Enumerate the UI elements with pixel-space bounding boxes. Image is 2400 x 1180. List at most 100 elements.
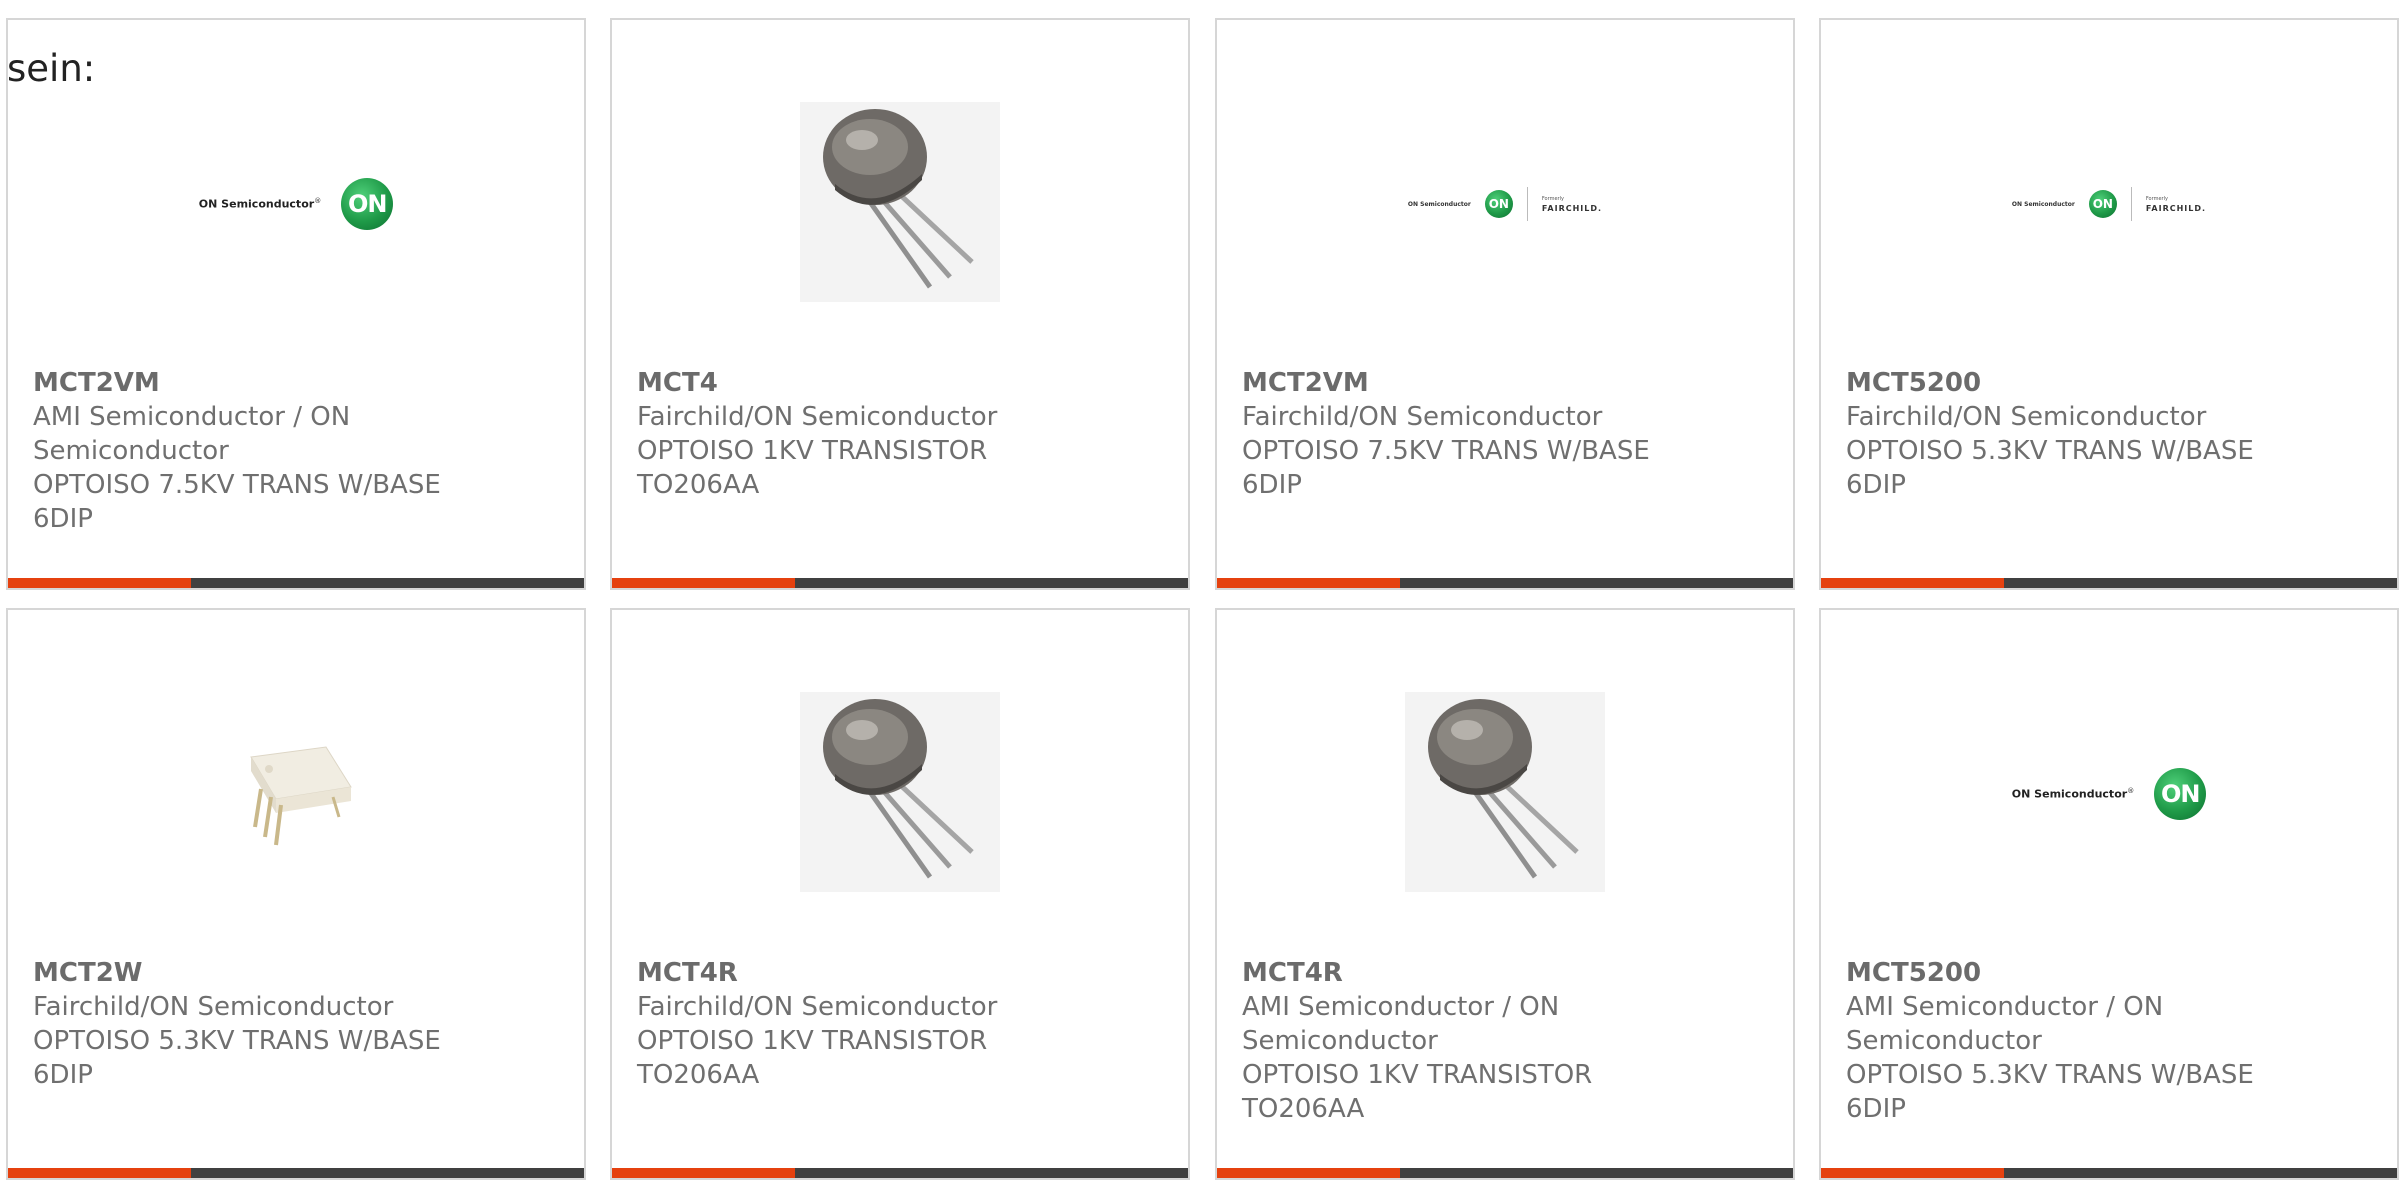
on-fairchild-logo: ON Semiconductor ON Formerly FAIRCHILD. [2012,187,2206,221]
product-card[interactable]: ON Semiconductor® ON MCT5200 AMI Semicond… [1819,608,2399,1180]
manufacturer-text: Fairchild/ON Semiconductor [1242,402,1603,432]
product-info: MCT2VM Fairchild/ON Semiconductor OPTOISO … [1242,366,1773,502]
logo-text: ON Semiconductor [1407,200,1471,208]
product-card[interactable]: MCT4R Fairchild/ON Semiconductor OPTOISO 1… [610,608,1190,1180]
product-card[interactable]: ON Semiconductor® ON MCT2VM AMI Semicondu… [6,18,586,590]
card-accent [612,1168,795,1178]
product-image[interactable] [1217,674,1793,914]
card-bottom-bar [1821,1168,2397,1178]
logo-text: ON Semiconductor [198,197,315,211]
logo-text: ON Semiconductor [2011,787,2128,801]
part-number[interactable]: MCT2VM [33,366,564,400]
description-text: OPTOISO 1KV TRANSISTOR [637,1026,988,1056]
manufacturer-text: Fairchild/ON Semiconductor [637,402,998,432]
logo-divider [1526,187,1528,221]
on-fairchild-logo: ON Semiconductor ON Formerly FAIRCHILD. [1408,187,1602,221]
product-info: MCT4 Fairchild/ON Semiconductor OPTOISO 1K… [637,366,1168,502]
intro-text: sein: [7,47,96,90]
product-card[interactable]: MCT4R AMI Semiconductor / ON Semiconductor… [1215,608,1795,1180]
product-image[interactable] [8,674,584,914]
to206-can-photo [1405,692,1605,896]
dip6-package-photo [221,717,371,871]
product-image[interactable]: ON Semiconductor® ON [1821,674,2397,914]
card-bottom-bar [8,578,584,588]
card-bottom-bar [1821,578,2397,588]
description-text: OPTOISO 1KV TRANSISTOR [1242,1060,1593,1090]
product-image[interactable] [612,84,1188,324]
card-bottom-bar [612,578,1188,588]
manufacturer-text: AMI Semiconductor / ON [1242,992,1560,1022]
product-image[interactable]: ON Semiconductor ON Formerly FAIRCHILD. [1821,84,2397,324]
card-accent [1217,578,1400,588]
part-number[interactable]: MCT4R [637,956,1168,990]
product-image[interactable]: ON Semiconductor ON Formerly FAIRCHILD. [1217,84,1793,324]
card-accent [1217,1168,1400,1178]
manufacturer-text: Semiconductor [1242,1026,1438,1056]
description-text: TO206AA [637,1060,760,1090]
description-text: 6DIP [1242,470,1302,500]
card-accent [1821,1168,2004,1178]
card-accent [8,578,191,588]
card-bottom-bar [612,1168,1188,1178]
manufacturer-text: AMI Semiconductor / ON [1846,992,2164,1022]
description-text: 6DIP [33,504,93,534]
description-text: 6DIP [1846,1094,1906,1124]
logo-divider [2130,187,2132,221]
fairchild-logo: Formerly FAIRCHILD. [2146,196,2206,213]
description-text: OPTOISO 5.3KV TRANS W/BASE [33,1026,441,1056]
formerly-text: Formerly [2145,195,2168,202]
part-number[interactable]: MCT5200 [1846,956,2377,990]
product-info: MCT5200 Fairchild/ON Semiconductor OPTOISO… [1846,366,2377,502]
description-text: OPTOISO 7.5KV TRANS W/BASE [1242,436,1650,466]
card-bottom-bar [1217,1168,1793,1178]
product-card[interactable]: MCT2W Fairchild/ON Semiconductor OPTOISO 5… [6,608,586,1180]
part-number[interactable]: MCT4R [1242,956,1773,990]
description-text: 6DIP [1846,470,1906,500]
manufacturer-text: Fairchild/ON Semiconductor [637,992,998,1022]
product-image[interactable]: ON Semiconductor® ON [8,84,584,324]
on-semiconductor-logo: ON Semiconductor® ON [2011,768,2207,820]
description-text: OPTOISO 5.3KV TRANS W/BASE [1846,1060,2254,1090]
description-text: 6DIP [33,1060,93,1090]
on-logo-mark: ON [341,178,394,230]
description-text: OPTOISO 7.5KV TRANS W/BASE [33,470,441,500]
part-number[interactable]: MCT2VM [1242,366,1773,400]
manufacturer-text: Fairchild/ON Semiconductor [33,992,394,1022]
manufacturer-text: AMI Semiconductor / ON [33,402,351,432]
product-info: MCT4R Fairchild/ON Semiconductor OPTOISO 1… [637,956,1168,1092]
part-number[interactable]: MCT5200 [1846,366,2377,400]
card-accent [8,1168,191,1178]
description-text: TO206AA [1242,1094,1365,1124]
description-text: TO206AA [637,470,760,500]
product-info: MCT2W Fairchild/ON Semiconductor OPTOISO 5… [33,956,564,1092]
product-info: MCT5200 AMI Semiconductor / ON Semiconduct… [1846,956,2377,1126]
part-number[interactable]: MCT2W [33,956,564,990]
manufacturer-text: Semiconductor [1846,1026,2042,1056]
product-card[interactable]: ON Semiconductor ON Formerly FAIRCHILD. … [1819,18,2399,590]
description-text: OPTOISO 5.3KV TRANS W/BASE [1846,436,2254,466]
to206-can-photo [800,102,1000,306]
card-bottom-bar [8,1168,584,1178]
card-bottom-bar [1217,578,1793,588]
part-number[interactable]: MCT4 [637,366,1168,400]
to206-can-photo [800,692,1000,896]
product-info: MCT4R AMI Semiconductor / ON Semiconductor… [1242,956,1773,1126]
product-image[interactable] [612,674,1188,914]
product-card[interactable]: ON Semiconductor ON Formerly FAIRCHILD. … [1215,18,1795,590]
description-text: OPTOISO 1KV TRANSISTOR [637,436,988,466]
logo-text: ON Semiconductor [2011,200,2075,208]
on-logo-mark: ON [2154,768,2207,820]
fairchild-logo: Formerly FAIRCHILD. [1542,196,1602,213]
formerly-text: Formerly [1541,195,1564,202]
product-info: MCT2VM AMI Semiconductor / ON Semiconducto… [33,366,564,536]
fairchild-name: FAIRCHILD. [2145,203,2207,213]
fairchild-name: FAIRCHILD. [1541,203,1603,213]
product-card[interactable]: MCT4 Fairchild/ON Semiconductor OPTOISO 1K… [610,18,1190,590]
manufacturer-text: Semiconductor [33,436,229,466]
manufacturer-text: Fairchild/ON Semiconductor [1846,402,2207,432]
on-logo-mark: ON [1484,190,1513,218]
card-accent [612,578,795,588]
on-logo-mark: ON [2088,190,2117,218]
card-accent [1821,578,2004,588]
on-semiconductor-logo: ON Semiconductor® ON [198,178,394,230]
